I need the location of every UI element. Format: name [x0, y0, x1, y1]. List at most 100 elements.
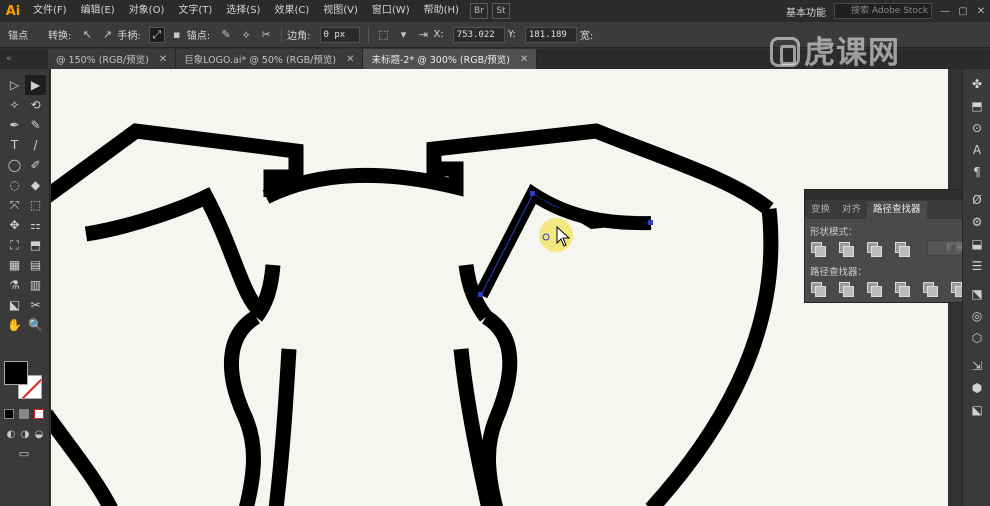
- menu-type[interactable]: 文字(T): [171, 0, 219, 22]
- distribute-icon[interactable]: ⇥: [416, 27, 432, 43]
- y-input[interactable]: 181.189: [524, 26, 577, 43]
- panel-collapse-bar[interactable]: » ✕: [805, 190, 983, 200]
- tab-document-1[interactable]: @ 150% (RGB/预览) ✕: [48, 49, 177, 69]
- rotate-tool-icon[interactable]: ⤧: [4, 195, 25, 215]
- zoom-tool-icon[interactable]: 🔍: [25, 315, 46, 335]
- draw-normal-icon[interactable]: ◐: [4, 429, 18, 440]
- direct-selection-tool-icon[interactable]: ▶: [25, 75, 46, 95]
- tab-document-2[interactable]: 巨象LOGO.ai* @ 50% (RGB/预览) ✕: [176, 49, 364, 69]
- menu-bar: Ai 文件(F) 编辑(E) 对象(O) 文字(T) 选择(S) 效果(C) 视…: [0, 0, 990, 22]
- perspective-grid-icon[interactable]: ⬒: [25, 235, 46, 255]
- fill-swatch[interactable]: [4, 361, 28, 385]
- appearance-icon[interactable]: ⊙: [963, 117, 990, 139]
- swatches-icon[interactable]: ⬒: [963, 95, 990, 117]
- pen-tool-icon[interactable]: ✒: [4, 115, 25, 135]
- menu-file[interactable]: 文件(F): [26, 0, 74, 22]
- crop-button[interactable]: [895, 281, 910, 297]
- paintbrush-icon[interactable]: ✐: [25, 155, 46, 175]
- tab-close-icon[interactable]: ✕: [346, 54, 354, 65]
- graphic-styles-icon[interactable]: ⬓: [963, 233, 990, 255]
- tab-pathfinder[interactable]: 路径查找器: [867, 201, 927, 219]
- mesh-tool-icon[interactable]: ▦: [4, 255, 25, 275]
- tab-transform[interactable]: 变换: [805, 201, 836, 219]
- artboards-icon[interactable]: ⬔: [963, 283, 990, 305]
- draw-inside-icon[interactable]: ◒: [32, 429, 46, 440]
- libraries-icon[interactable]: ⬕: [963, 399, 990, 421]
- hand-tool-icon[interactable]: ✋: [4, 315, 25, 335]
- outline-button[interactable]: [923, 281, 938, 297]
- bridge-button[interactable]: Br: [469, 3, 488, 19]
- type-tool-icon[interactable]: T: [4, 135, 25, 155]
- stroke-icon[interactable]: ⬡: [963, 327, 990, 349]
- eyedropper-icon[interactable]: ⚗: [4, 275, 25, 295]
- opentype-icon[interactable]: Ø: [963, 189, 990, 211]
- convert-smooth-icon[interactable]: ↗: [99, 27, 115, 43]
- tab-align[interactable]: 对齐: [836, 201, 867, 219]
- paragraph-icon[interactable]: ¶: [963, 161, 990, 183]
- tab-close-icon[interactable]: ✕: [520, 54, 528, 65]
- tab-document-3[interactable]: 未标题-2* @ 300% (RGB/预览) ✕: [363, 49, 538, 69]
- intersect-button[interactable]: [867, 241, 882, 257]
- eraser-icon[interactable]: ◆: [25, 175, 46, 195]
- tab-close-icon[interactable]: ✕: [159, 54, 167, 65]
- export-icon[interactable]: ⇲: [963, 355, 990, 377]
- color-guide-icon[interactable]: ✤: [963, 73, 990, 95]
- remove-anchor-icon[interactable]: ✎: [218, 27, 234, 43]
- divide-button[interactable]: [811, 281, 826, 297]
- screen-mode-icon[interactable]: ▭: [14, 447, 34, 461]
- graph-tool-icon[interactable]: ▥: [25, 275, 46, 295]
- convert-corner-icon[interactable]: ↖: [79, 27, 95, 43]
- draw-behind-icon[interactable]: ◑: [18, 429, 32, 440]
- menu-window[interactable]: 窗口(W): [365, 0, 417, 22]
- maximize-icon[interactable]: ▢: [954, 6, 972, 17]
- color-mode-button[interactable]: [4, 409, 14, 419]
- collapse-icon[interactable]: «: [0, 49, 48, 69]
- workspace-switcher[interactable]: 基本功能: [786, 4, 826, 19]
- menu-view[interactable]: 视图(V): [316, 0, 365, 22]
- magic-wand-icon[interactable]: ✧: [4, 95, 25, 115]
- hide-handles-icon[interactable]: ▪: [169, 27, 185, 43]
- stock-search-input[interactable]: 搜索 Adobe Stock: [834, 3, 932, 19]
- curvature-tool-icon[interactable]: ✎: [25, 115, 46, 135]
- align-to-icon[interactable]: ⬚: [376, 27, 392, 43]
- merge-button[interactable]: [867, 281, 882, 297]
- ellipse-tool-icon[interactable]: ◯: [4, 155, 25, 175]
- menu-select[interactable]: 选择(S): [219, 0, 267, 22]
- dropdown-icon[interactable]: ▾: [396, 27, 412, 43]
- line-tool-icon[interactable]: /: [25, 135, 46, 155]
- menu-object[interactable]: 对象(O): [122, 0, 172, 22]
- none-mode-button[interactable]: [34, 409, 44, 419]
- minus-front-button[interactable]: [839, 241, 854, 257]
- slice-tool-icon[interactable]: ✂: [25, 295, 46, 315]
- gradient-mode-button[interactable]: [19, 409, 29, 419]
- symbols-icon[interactable]: ⚙: [963, 211, 990, 233]
- selection-tool-icon[interactable]: ▷: [4, 75, 25, 95]
- stock-button[interactable]: St: [491, 3, 510, 19]
- cut-path-icon[interactable]: ✂: [258, 27, 274, 43]
- character-icon[interactable]: A: [963, 139, 990, 161]
- unite-button[interactable]: [811, 241, 826, 257]
- corner-input[interactable]: 0 px: [319, 26, 360, 43]
- exclude-button[interactable]: [895, 241, 910, 257]
- transparency-icon[interactable]: ◎: [963, 305, 990, 327]
- menu-help[interactable]: 帮助(H): [417, 0, 466, 22]
- layers-icon[interactable]: ⬢: [963, 377, 990, 399]
- artboard-tool-icon[interactable]: ⬕: [4, 295, 25, 315]
- y-label: Y:: [507, 29, 516, 40]
- layers-menu-icon[interactable]: ☰: [963, 255, 990, 277]
- free-transform-icon[interactable]: ⚏: [25, 215, 46, 235]
- x-input[interactable]: 753.022: [452, 26, 505, 43]
- connect-anchor-icon[interactable]: ⟡: [238, 27, 254, 43]
- show-handles-icon[interactable]: ⤢: [148, 26, 165, 43]
- menu-edit[interactable]: 编辑(E): [74, 0, 122, 22]
- gradient-tool-icon[interactable]: ▤: [25, 255, 46, 275]
- minimize-icon[interactable]: —: [936, 6, 954, 17]
- close-icon[interactable]: ✕: [972, 6, 990, 17]
- shape-builder-icon[interactable]: ⛶: [4, 235, 25, 255]
- scale-tool-icon[interactable]: ⬚: [25, 195, 46, 215]
- trim-button[interactable]: [839, 281, 854, 297]
- width-tool-icon[interactable]: ✥: [4, 215, 25, 235]
- lasso-icon[interactable]: ⟲: [25, 95, 46, 115]
- shaper-tool-icon[interactable]: ◌: [4, 175, 25, 195]
- menu-effect[interactable]: 效果(C): [267, 0, 316, 22]
